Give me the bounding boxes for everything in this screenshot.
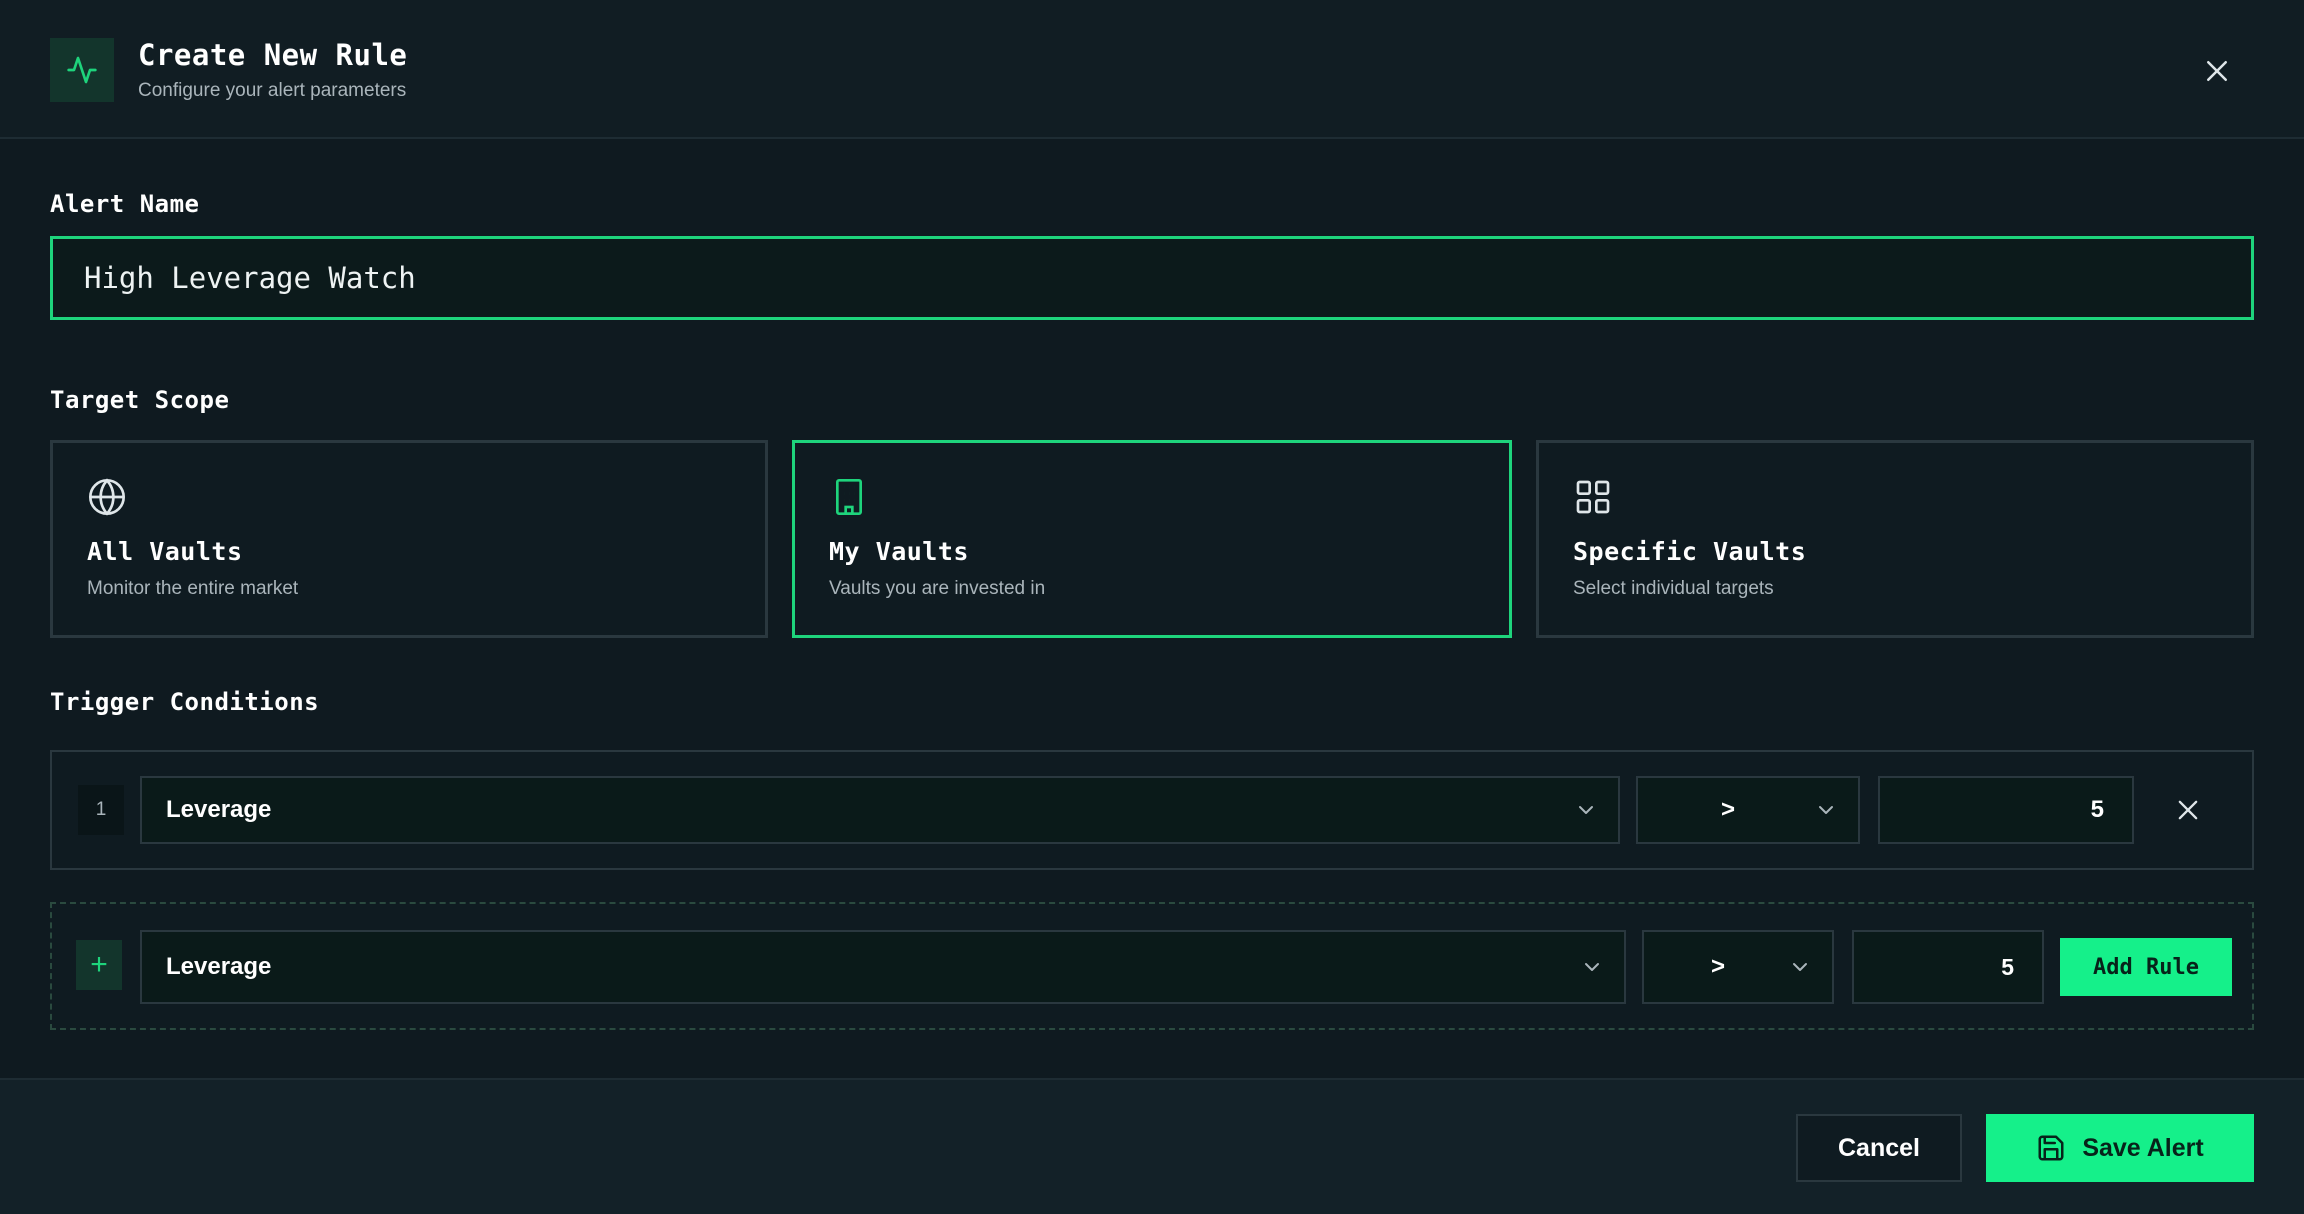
building-icon [836, 479, 862, 515]
chevron-down-icon [1579, 806, 1593, 814]
dialog-footer: Cancel Save Alert [0, 1078, 2304, 1214]
scope-option-title: My Vaults [829, 537, 969, 566]
cancel-button[interactable]: Cancel [1796, 1114, 1962, 1182]
trigger-conditions-label: Trigger Conditions [50, 688, 320, 716]
close-dialog-button[interactable] [2198, 52, 2236, 90]
scope-option-specific-vaults[interactable]: Specific Vaults Select individual target… [1536, 440, 2254, 638]
plus-icon: + [76, 940, 122, 990]
scope-option-description: Monitor the entire market [87, 578, 299, 599]
close-icon [2178, 800, 2198, 820]
new-rule-operator-value: > [1710, 953, 1725, 980]
save-alert-button[interactable]: Save Alert [1986, 1114, 2254, 1182]
new-rule-row: + Leverage > Add Rule [50, 902, 2254, 1030]
condition-rule-row: 1 Leverage > [50, 750, 2254, 870]
chevron-down-icon [1819, 806, 1833, 814]
grid-icon [1576, 480, 1610, 514]
close-icon [2207, 61, 2227, 81]
rule-index-badge: 1 [78, 785, 124, 835]
add-rule-button[interactable]: Add Rule [2060, 938, 2232, 996]
activity-icon [50, 38, 114, 102]
scope-option-description: Select individual targets [1573, 578, 1774, 599]
dialog-header: Create New Rule Configure your alert par… [0, 0, 2304, 139]
remove-rule-button[interactable] [2170, 792, 2206, 828]
dialog-subtitle: Configure your alert parameters [138, 80, 407, 101]
new-rule-metric-value: Leverage [166, 953, 272, 980]
new-rule-operator-select[interactable]: > [1642, 930, 1834, 1004]
chevron-down-icon [1793, 963, 1807, 971]
rule-metric-value: Leverage [166, 796, 272, 823]
scope-option-all-vaults[interactable]: All Vaults Monitor the entire market [50, 440, 768, 638]
rule-operator-value: > [1720, 796, 1735, 823]
alert-name-input[interactable] [50, 236, 2254, 320]
scope-option-description: Vaults you are invested in [829, 578, 1046, 599]
rule-threshold-input[interactable] [1878, 776, 2134, 844]
scope-option-title: All Vaults [87, 537, 243, 566]
chevron-down-icon [1585, 963, 1599, 971]
alert-name-label: Alert Name [50, 190, 200, 218]
scope-option-title: Specific Vaults [1573, 537, 1807, 566]
new-rule-threshold-input[interactable] [1852, 930, 2044, 1004]
scope-option-my-vaults[interactable]: My Vaults Vaults you are invested in [792, 440, 1512, 638]
new-rule-metric-select[interactable]: Leverage [140, 930, 1626, 1004]
globe-icon [89, 478, 125, 516]
rule-metric-select[interactable]: Leverage [140, 776, 1620, 844]
target-scope-label: Target Scope [50, 386, 230, 414]
rule-operator-select[interactable]: > [1636, 776, 1860, 844]
dialog-title: Create New Rule [138, 38, 408, 72]
save-icon [2038, 1135, 2064, 1161]
save-alert-label: Save Alert [2082, 1133, 2204, 1162]
